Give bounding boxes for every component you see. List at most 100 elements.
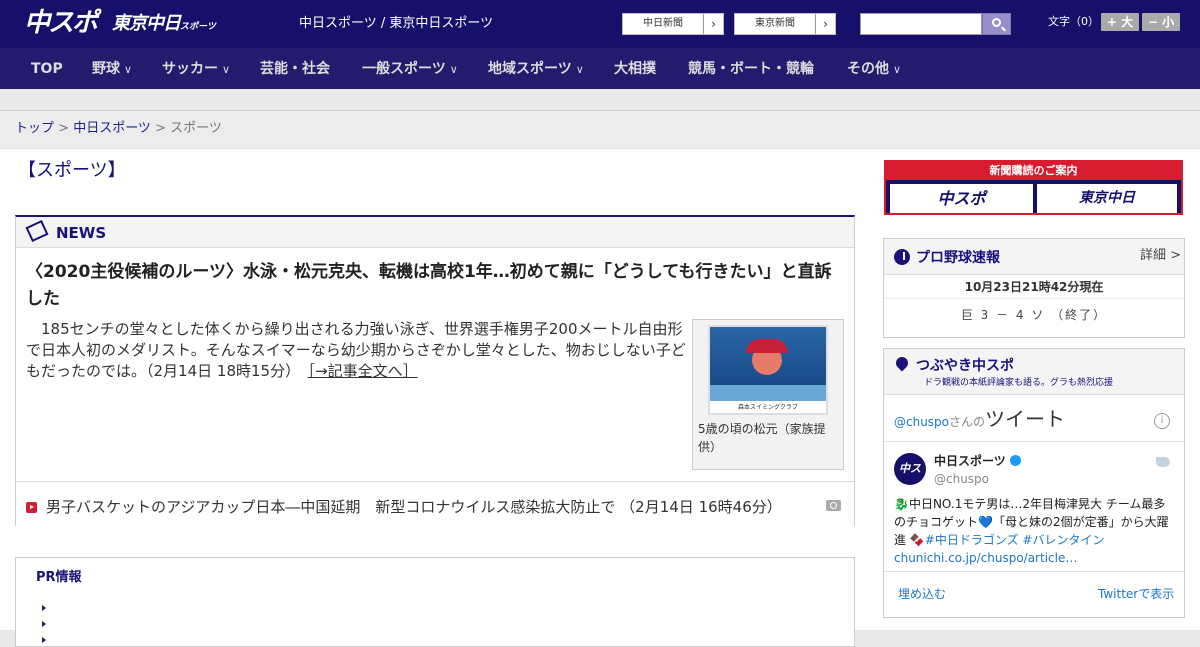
chevron-down-icon: ∨ (222, 63, 231, 76)
news-header: NEWS (16, 217, 854, 248)
account-handle[interactable]: @chuspo (934, 471, 989, 487)
tweets-by-heading: @chuspoさんのツイート (894, 405, 1065, 436)
twitter-widget-title: つぶやき中スポ (916, 358, 1014, 374)
tweets-handle[interactable]: @chuspo (894, 415, 949, 429)
chunichi-shimbun-label: 中日新聞 (643, 18, 683, 29)
twitter-widget-subtitle: ドラ観戦の本紙評論家も語る。グラも熱烈応援 (924, 378, 1114, 388)
twitter-widget-header: つぶやき中スポ ドラ観戦の本紙評論家も語る。グラも熱烈応援 (884, 349, 1184, 395)
nav-item-racing[interactable]: 競馬・ボート・競輪 (688, 60, 814, 78)
font-size-label: 文字（0） (1048, 15, 1099, 28)
twitter-bird-icon[interactable] (1156, 457, 1170, 467)
avatar[interactable]: 中スポ (894, 453, 926, 507)
baseball-timestamp: 10月23日21時42分現在 (884, 275, 1184, 299)
font-bigger-button[interactable]: + 大 (1101, 13, 1139, 31)
view-on-twitter-link[interactable]: Twitterで表示 (1098, 587, 1174, 601)
search-button[interactable] (982, 13, 1011, 35)
tweet-hashtags[interactable]: #中日ドラゴンズ #バレンタイン (925, 533, 1105, 547)
site-links[interactable]: 中日スポーツ / 東京中日スポーツ (299, 15, 493, 33)
nav-label: サッカー (162, 61, 218, 77)
swim-cap (746, 339, 788, 353)
subscription-banner[interactable]: 新聞購読のご案内 中スポ 東京中日 (884, 160, 1183, 215)
chevron-down-icon: ∨ (449, 63, 458, 76)
camera-icon (826, 500, 841, 511)
subscription-banner-title: 新聞購読のご案内 (886, 162, 1181, 180)
tweet-text: 🐉中日NO.1モテ男は…2年目梅津晃大 チーム最多のチョコゲット💙「母と妹の2個… (894, 495, 1176, 567)
tokyo-shimbun-label: 東京新聞 (755, 18, 795, 29)
search-icon (992, 18, 1001, 27)
photo-caption: 5歳の頃の松元（家族提供） (698, 422, 826, 454)
baseball-title: プロ野球速報 (916, 250, 1000, 266)
breadcrumb-section[interactable]: 中日スポーツ (73, 121, 151, 136)
swimmer-photo: 森本スイミングクラブ (708, 325, 828, 415)
read-more-link[interactable]: ［→記事全文へ］ (308, 362, 418, 380)
embed-link[interactable]: 埋め込む (898, 587, 946, 601)
tweets-handle-suffix: さんの (949, 415, 986, 429)
pr-box: PR情報 (15, 557, 855, 647)
nav-label: 野球 (92, 61, 120, 77)
tokyo-chunichi-logo-text: 東京中日 (112, 13, 181, 34)
play-icon (26, 502, 37, 513)
nav-item-general-sports[interactable]: 一般スポーツ ∨ (362, 60, 458, 79)
subscription-tokyo[interactable]: 東京中日 (1037, 184, 1177, 213)
baseball-icon (894, 249, 910, 265)
account-name-text: 中日スポーツ (934, 454, 1006, 468)
nav-label: 競馬・ボート・競輪 (688, 61, 814, 77)
breadcrumb-sep: > (54, 121, 74, 136)
news-headline[interactable]: 〈2020主役候補のルーツ〉水泳・松元克央、転機は高校1年…初めて親に「どうして… (26, 259, 841, 313)
font-smaller-button[interactable]: − 小 (1142, 13, 1180, 31)
breadcrumb-home[interactable]: トップ (15, 121, 54, 136)
nav-item-entertainment[interactable]: 芸能・社会 (260, 60, 330, 78)
nav-item-soccer[interactable]: サッカー ∨ (162, 60, 230, 79)
nav-item-baseball[interactable]: 野球 ∨ (92, 60, 132, 79)
news-label: NEWS (56, 224, 107, 242)
arrow-right-icon (42, 621, 46, 627)
newspaper-icon (25, 219, 49, 243)
nav-label: TOP (31, 61, 63, 77)
tweets-label: ツイート (985, 407, 1066, 431)
sub-nav-strip (0, 89, 1200, 111)
tokyo-shimbun-button[interactable]: 東京新聞 › (734, 13, 836, 35)
sub-article-title: 男子バスケットのアジアカップ日本―中国延期 新型コロナウイルス感染拡大防止で （… (46, 498, 782, 516)
arrow-right-icon (42, 637, 46, 643)
news-box: NEWS 〈2020主役候補のルーツ〉水泳・松元克央、転機は高校1年…初めて親に… (15, 215, 855, 526)
chuspo-logo[interactable]: 中スポ (24, 8, 98, 38)
nav-item-top[interactable]: TOP (31, 60, 63, 78)
baseball-header: プロ野球速報 詳細 > (884, 239, 1184, 275)
megaphone-icon (893, 354, 911, 372)
chevron-right-icon: › (703, 14, 723, 34)
nav-item-local-sports[interactable]: 地域スポーツ ∨ (488, 60, 584, 79)
nav-item-other[interactable]: その他 ∨ (847, 60, 901, 79)
breadcrumb-current: スポーツ (170, 121, 222, 136)
main-nav: TOP 野球 ∨ サッカー ∨ 芸能・社会 一般スポーツ ∨ 地域スポーツ ∨ 大相撲 … (0, 48, 1200, 89)
nav-label: 大相撲 (614, 61, 656, 77)
site-header: 中スポ 東京中日スポーツ 中日スポーツ / 東京中日スポーツ 中日新聞 › 東京新… (0, 0, 1200, 48)
baseball-score[interactable]: 巨 3 － 4 ソ （終了） (884, 305, 1184, 325)
tokyo-chunichi-logo-sub: スポーツ (180, 22, 216, 32)
search-input[interactable] (860, 13, 982, 35)
sub-article-row[interactable]: 男子バスケットのアジアカップ日本―中国延期 新型コロナウイルス感染拡大防止で （… (16, 481, 854, 526)
chevron-down-icon: ∨ (575, 63, 584, 76)
divider (884, 441, 1184, 442)
arrow-right-icon (42, 605, 46, 611)
breadcrumb: トップ > 中日スポーツ > スポーツ (0, 111, 1200, 149)
baseball-scoreboard: プロ野球速報 詳細 > 10月23日21時42分現在 巨 3 － 4 ソ （終了… (883, 238, 1185, 338)
info-icon[interactable]: i (1154, 413, 1170, 429)
pr-title: PR情報 (36, 570, 82, 585)
chevron-down-icon: ∨ (893, 63, 902, 76)
nav-label: 地域スポーツ (488, 61, 572, 77)
tokyo-chunichi-logo[interactable]: 東京中日スポーツ (112, 12, 216, 39)
nav-item-sumo[interactable]: 大相撲 (614, 60, 656, 78)
news-photo[interactable]: 森本スイミングクラブ 5歳の頃の松元（家族提供） (692, 319, 844, 470)
chunichi-shimbun-button[interactable]: 中日新聞 › (622, 13, 724, 35)
baseball-detail-link[interactable]: 詳細 > (1140, 247, 1181, 265)
nav-label: 一般スポーツ (362, 61, 446, 77)
divider (884, 571, 1184, 572)
news-lead: 185センチの堂々とした体くから繰り出される力強い泳ぎ、世界選手権男子200メー… (26, 319, 686, 382)
nav-label: 芸能・社会 (260, 61, 330, 77)
subscription-chuspo[interactable]: 中スポ (890, 184, 1033, 213)
main-area: 【スポーツ】 NEWS 〈2020主役候補のルーツ〉水泳・松元克央、転機は高校1… (0, 149, 1200, 647)
photo-band: 森本スイミングクラブ (710, 401, 826, 413)
account-name[interactable]: 中日スポーツ (934, 453, 1021, 469)
tweet-link[interactable]: chunichi.co.jp/chuspo/article… (894, 551, 1077, 565)
breadcrumb-sep: > (150, 121, 171, 136)
